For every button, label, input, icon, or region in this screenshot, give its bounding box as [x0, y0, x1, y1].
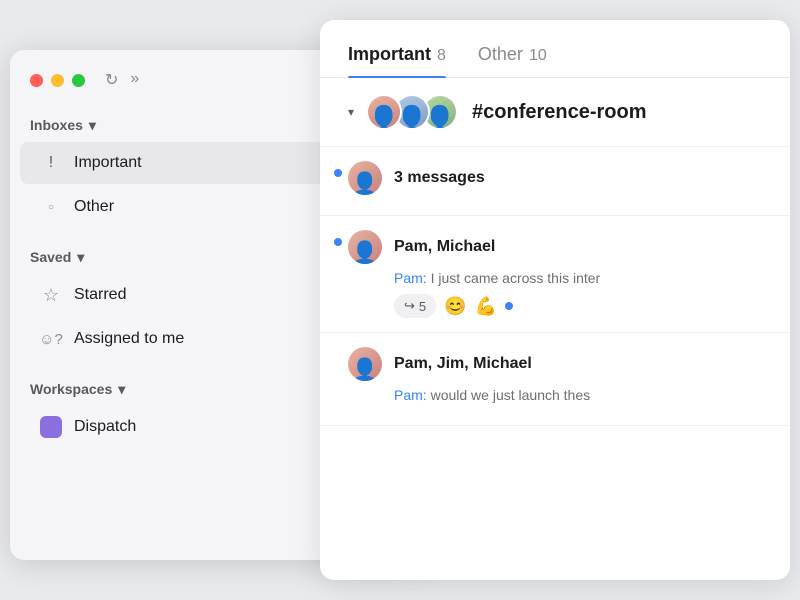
minimize-button[interactable] [51, 74, 64, 87]
important-icon: ! [40, 152, 62, 174]
preview-sender-highlight: Pam: [394, 270, 427, 286]
unread-dot-2 [334, 238, 342, 246]
reply-count: 5 [419, 299, 426, 314]
message-top-3: 👤 Pam, Jim, Michael [348, 347, 762, 381]
reply-arrow-icon: ↪ [404, 298, 415, 314]
group-caret-icon: ▾ [348, 105, 354, 119]
unread-dot [334, 169, 342, 177]
saved-label: Saved [30, 249, 71, 265]
tab-other[interactable]: Other 10 [478, 44, 547, 77]
message-sender-2: Pam, Michael [394, 238, 495, 256]
emoji-muscle[interactable]: 💪 [475, 296, 497, 317]
main-panel: Important 8 Other 10 ▾ 👤 [320, 20, 790, 580]
other-icon: ○ [40, 196, 62, 218]
workspaces-section-title[interactable]: Workspaces ▾ [30, 381, 125, 398]
reply-button[interactable]: ↪ 5 [394, 294, 436, 318]
avatar-1: 👤 [366, 94, 402, 130]
message-top: 👤 3 messages [348, 161, 762, 195]
starred-label: Starred [74, 286, 126, 304]
message-top-2: 👤 Pam, Michael [348, 230, 762, 264]
maximize-button[interactable] [72, 74, 85, 87]
close-button[interactable] [30, 74, 43, 87]
workspaces-caret-icon: ▾ [118, 381, 125, 398]
emoji-smile[interactable]: 😊 [444, 296, 466, 317]
avatar-stack: 👤 👤 👤 [366, 94, 458, 130]
chevron-double-icon[interactable]: » [130, 70, 139, 90]
preview-sender-highlight-3: Pam: [394, 387, 427, 403]
message-sender-3: Pam, Jim, Michael [394, 355, 532, 373]
assigned-label: Assigned to me [74, 330, 184, 348]
refresh-icon[interactable]: ↻ [105, 70, 118, 90]
inboxes-section-title[interactable]: Inboxes ▾ [30, 117, 96, 134]
message-list: ▾ 👤 👤 [320, 78, 790, 426]
group-name: #conference-room [472, 101, 647, 124]
notification-dot [505, 302, 513, 310]
important-tab-label: Important [348, 44, 431, 65]
message-avatar-2: 👤 [348, 230, 382, 264]
other-tab-label: Other [478, 44, 523, 65]
dispatch-dot [40, 416, 62, 438]
tabs-header: Important 8 Other 10 [320, 20, 790, 78]
other-tab-count: 10 [529, 47, 547, 65]
saved-section-title[interactable]: Saved ▾ [30, 249, 84, 266]
star-icon: ☆ [40, 284, 62, 306]
message-preview-3: Pam: would we just launch thes [394, 387, 762, 403]
tab-important[interactable]: Important 8 [348, 44, 446, 77]
message-avatar-3: 👤 [348, 347, 382, 381]
message-item-pam-michael[interactable]: 👤 Pam, Michael Pam: I just came across t… [320, 216, 790, 333]
inboxes-caret-icon: ▾ [89, 117, 96, 134]
group-row-conference-room[interactable]: ▾ 👤 👤 [320, 78, 790, 147]
message-item-count[interactable]: 👤 3 messages [320, 147, 790, 216]
message-sender-1: 3 messages [394, 169, 485, 187]
inboxes-label: Inboxes [30, 117, 83, 133]
message-actions-2: ↪ 5 😊 💪 [394, 294, 762, 318]
saved-caret-icon: ▾ [77, 249, 84, 266]
message-item-pam-jim-michael[interactable]: 👤 Pam, Jim, Michael Pam: would we just l… [320, 333, 790, 426]
assigned-icon: ☺? [40, 328, 62, 350]
dispatch-label: Dispatch [74, 418, 136, 436]
workspaces-label: Workspaces [30, 381, 112, 397]
important-tab-count: 8 [437, 47, 446, 65]
message-avatar-1: 👤 [348, 161, 382, 195]
message-preview-2: Pam: I just came across this inter [394, 270, 762, 286]
